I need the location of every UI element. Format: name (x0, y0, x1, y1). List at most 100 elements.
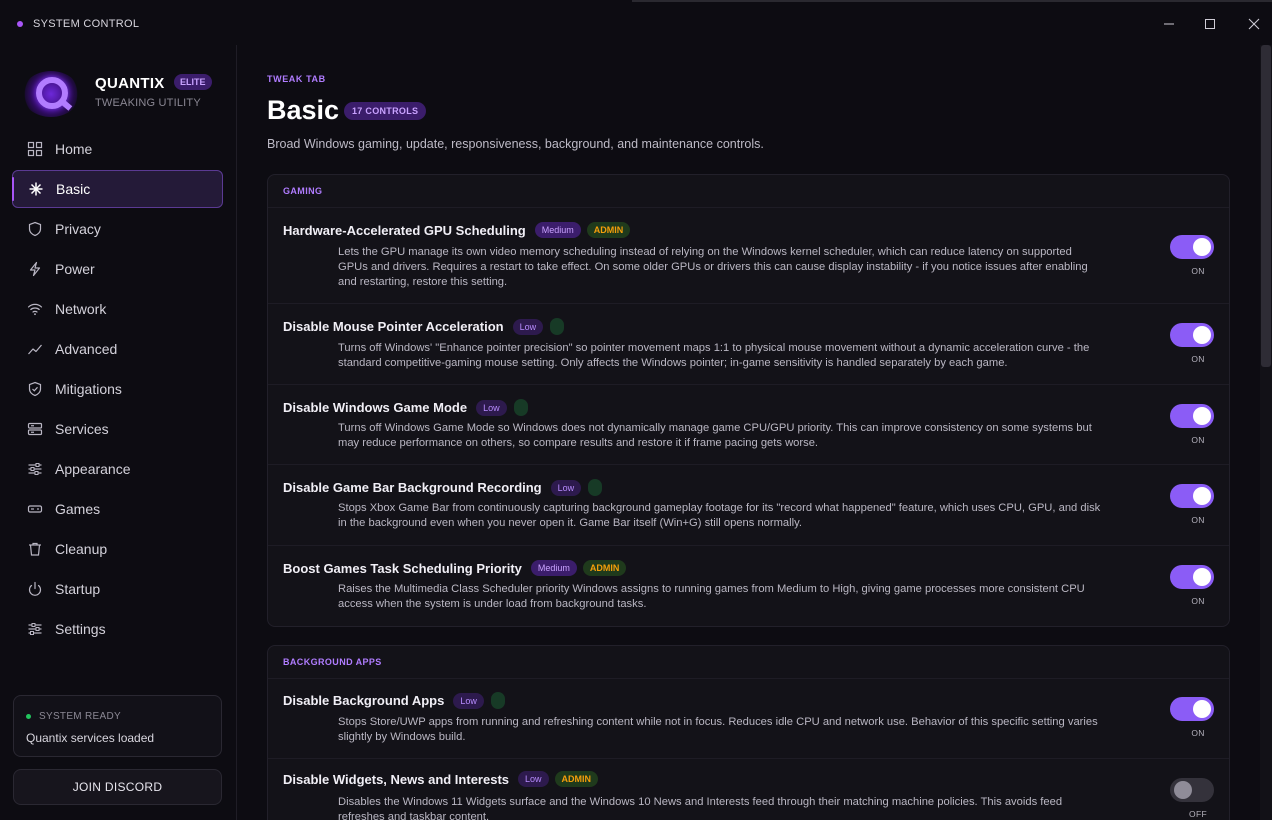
sidebar-item-privacy[interactable]: Privacy (12, 210, 223, 248)
brand: QUANTIX ELITE TWEAKING UTILITY (22, 71, 222, 119)
risk-badge: Low (550, 479, 582, 496)
gamepad-icon (27, 501, 43, 517)
quantix-logo-icon (22, 71, 80, 117)
risk-badge: Medium (530, 560, 577, 576)
sidebar-item-label: Appearance (55, 461, 131, 477)
shield-icon (27, 221, 43, 237)
sidebar-item-label: Power (55, 261, 95, 277)
sidebar-item-mitigations[interactable]: Mitigations (12, 370, 223, 408)
page-subtitle: Broad Windows gaming, update, responsive… (267, 137, 764, 151)
tweak-description: Turns off Windows Game Mode so Windows d… (338, 422, 1092, 449)
tweak-row: Boost Games Task Scheduling Priority Med… (268, 546, 1229, 626)
tweak-title: Disable Windows Game Mode Low (283, 399, 528, 416)
tweak-toggle[interactable] (1170, 484, 1214, 508)
tweak-title: Disable Game Bar Background Recording Lo… (283, 479, 603, 496)
page-title: Basic (267, 95, 340, 125)
admin-badge: ADMIN (554, 771, 599, 787)
sidebar-item-label: Home (55, 141, 93, 157)
minimize-button[interactable] (1146, 0, 1192, 48)
tweak-toggle[interactable] (1170, 404, 1214, 428)
toggle-state-label: OFF (1189, 809, 1207, 819)
grid-icon (27, 141, 43, 157)
sidebar-item-label: Advanced (55, 341, 118, 357)
tweak-description: Stops Store/UWP apps from running and re… (338, 716, 1098, 743)
toggle-state-label: ON (1191, 435, 1205, 445)
lightning-icon (27, 261, 43, 277)
tweak-title: Hardware-Accelerated GPU Scheduling Medi… (283, 222, 631, 238)
sidebar-item-advanced[interactable]: Advanced (12, 330, 223, 368)
tweak-row: Disable Widgets, News and Interests Low … (268, 759, 1229, 820)
sidebar-item-settings[interactable]: Settings (12, 610, 223, 648)
sidebar-item-label: Startup (55, 581, 101, 597)
section-heading: BACKGROUND APPS (268, 646, 1229, 679)
sparkle-icon (28, 181, 44, 197)
sidebar-item-cleanup[interactable]: Cleanup (12, 530, 223, 568)
maximize-button[interactable] (1187, 0, 1233, 48)
sidebar-item-games[interactable]: Games (12, 490, 223, 528)
admin-badge: ADMIN (586, 222, 631, 238)
wifi-icon (27, 301, 43, 317)
sidebar-item-appearance[interactable]: Appearance (12, 450, 223, 488)
join-discord-button[interactable]: JOIN DISCORD (13, 769, 222, 805)
sidebar-item-startup[interactable]: Startup (12, 570, 223, 608)
sidebar-item-network[interactable]: Network (12, 290, 223, 328)
tweak-row: Hardware-Accelerated GPU Scheduling Medi… (268, 208, 1229, 304)
section-background-apps: BACKGROUND APPS Disable Background Apps … (267, 645, 1230, 820)
sidebar-item-label: Games (55, 501, 101, 517)
section-gaming: GAMING Hardware-Accelerated GPU Scheduli… (267, 174, 1230, 627)
tweak-description: Turns off Windows' "Enhance pointer prec… (338, 342, 1090, 369)
sliders-icon (27, 461, 43, 477)
tweak-row: Disable Game Bar Background Recording Lo… (268, 465, 1229, 546)
category-badge (513, 399, 528, 416)
sidebar-item-label: Services (55, 421, 109, 437)
toggle-state-label: ON (1191, 596, 1205, 606)
power-icon (27, 581, 43, 597)
window-title: SYSTEM CONTROL (33, 18, 140, 30)
tweak-toggle[interactable] (1170, 778, 1214, 802)
sidebar-item-label: Network (55, 301, 107, 317)
tweak-toggle[interactable] (1170, 697, 1214, 721)
tweak-toggle[interactable] (1170, 235, 1214, 259)
risk-badge: Low (518, 771, 549, 787)
close-button[interactable] (1231, 0, 1272, 48)
close-icon (1248, 18, 1260, 30)
sidebar-item-basic[interactable]: Basic (12, 170, 223, 208)
status-message: Quantix services loaded (26, 731, 155, 745)
tweak-title: Disable Background Apps Low (283, 692, 505, 709)
settings-sliders-icon (27, 621, 43, 637)
sidebar-item-power[interactable]: Power (12, 250, 223, 288)
tweak-row: Disable Windows Game Mode Low Turns off … (268, 385, 1229, 465)
risk-badge: Medium (534, 222, 581, 238)
tweak-title: Boost Games Task Scheduling Priority Med… (283, 560, 627, 576)
main-scrollbar[interactable] (1260, 45, 1272, 820)
tweak-toggle[interactable] (1170, 565, 1214, 589)
tweak-row: Disable Mouse Pointer Acceleration Low T… (268, 304, 1229, 385)
brand-name: QUANTIX (95, 75, 165, 92)
trend-icon (27, 341, 43, 357)
toggle-state-label: ON (1191, 515, 1205, 525)
status-label: SYSTEM READY (26, 711, 121, 722)
scrollbar-thumb[interactable] (1261, 45, 1271, 367)
server-icon (27, 421, 43, 437)
sidebar: QUANTIX ELITE TWEAKING UTILITY Home Basi… (0, 45, 237, 820)
sidebar-item-label: Cleanup (55, 541, 108, 557)
sidebar-item-services[interactable]: Services (12, 410, 223, 448)
risk-badge: Low (453, 692, 484, 709)
risk-badge: Low (476, 399, 507, 416)
category-badge (490, 692, 505, 709)
system-status-card: SYSTEM READY Quantix services loaded (13, 695, 222, 757)
tweak-title: Disable Mouse Pointer Acceleration Low (283, 318, 565, 335)
tweak-description: Disables the Windows 11 Widgets surface … (338, 796, 1063, 820)
sidebar-item-label: Privacy (55, 221, 101, 237)
status-dot-icon (17, 21, 23, 27)
tweak-toggle[interactable] (1170, 323, 1214, 347)
admin-badge: ADMIN (582, 560, 627, 576)
sidebar-item-label: Basic (56, 181, 91, 197)
tweak-row: Disable Background Apps Low Stops Store/… (268, 679, 1229, 759)
sidebar-item-home[interactable]: Home (12, 130, 223, 168)
toggle-state-label: ON (1191, 728, 1205, 738)
risk-badge: Low (512, 318, 544, 335)
trash-icon (27, 541, 43, 557)
tweak-title: Disable Widgets, News and Interests Low … (283, 771, 599, 787)
tweak-description: Raises the Multimedia Class Scheduler pr… (338, 583, 1085, 610)
